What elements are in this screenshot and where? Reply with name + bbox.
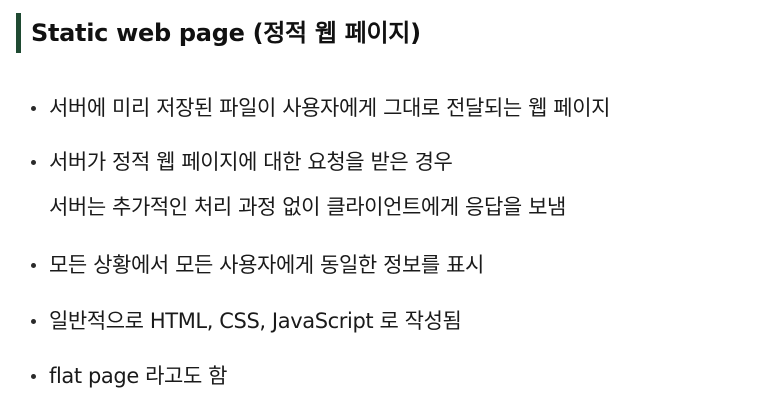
bullet-text-continuation: 서버는 추가적인 처리 과정 없이 클라이언트에게 응답을 보냄 xyxy=(49,195,566,219)
bullet-text: 서버가 정적 웹 페이지에 대한 요청을 받은 경우 xyxy=(49,150,453,174)
bullet-text: flat page 라고도 함 xyxy=(49,364,228,388)
bullet-text: 서버에 미리 저장된 파일이 사용자에게 그대로 전달되는 웹 페이지 xyxy=(49,96,611,120)
bullet-text: 일반적으로 HTML, CSS, JavaScript 로 작성됨 xyxy=(49,309,462,333)
bullet-dot-icon xyxy=(31,263,36,268)
slide: Static web page (정적 웹 페이지) 서버에 미리 저장된 파일… xyxy=(0,0,758,418)
bullet-dot-icon xyxy=(31,106,36,111)
slide-title: Static web page (정적 웹 페이지) xyxy=(31,19,421,47)
bullet-dot-icon xyxy=(31,319,36,324)
bullet-dot-icon xyxy=(31,374,36,379)
title-accent-bar xyxy=(16,13,21,53)
bullet-text: 모든 상황에서 모든 사용자에게 동일한 정보를 표시 xyxy=(49,253,484,277)
bullet-dot-icon xyxy=(31,160,36,165)
